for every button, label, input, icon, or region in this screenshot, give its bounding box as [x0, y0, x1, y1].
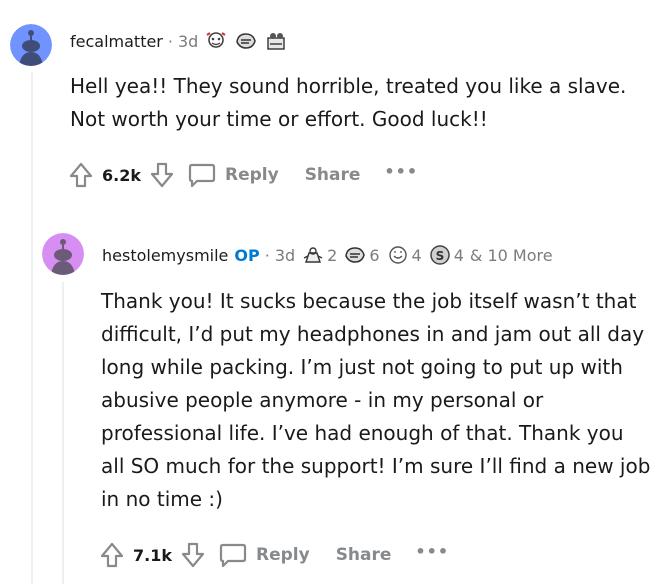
comment-actions: 6.2k Reply Share ••• — [68, 157, 418, 193]
award-count: 4 — [411, 245, 422, 265]
face-award-icon[interactable]: 4 — [386, 244, 422, 266]
username[interactable]: hestolemysmile — [102, 246, 228, 265]
reply-button[interactable]: Reply — [187, 162, 279, 188]
snoo-avatar-icon — [42, 233, 84, 275]
comment-meta: fecalmatter · 3d — [70, 30, 288, 52]
reply-button[interactable]: Reply — [218, 542, 310, 568]
bravo-award-icon[interactable] — [264, 30, 288, 52]
avatar[interactable] — [42, 233, 84, 275]
vote-count: 7.1k — [133, 545, 172, 565]
more-awards-link[interactable]: & 10 More — [470, 246, 553, 265]
comment-body: Thank you! It sucks because the job itse… — [101, 289, 651, 511]
timestamp[interactable]: 3d — [178, 32, 198, 51]
more-options-button[interactable]: ••• — [415, 542, 449, 561]
separator: · — [264, 245, 270, 265]
wholesome-award-icon[interactable]: 6 — [343, 244, 380, 266]
snoo-avatar-icon — [10, 24, 52, 66]
award-count: 2 — [327, 245, 338, 265]
username[interactable]: fecalmatter — [70, 32, 163, 51]
more-options-button[interactable]: ••• — [384, 162, 418, 181]
downvote-icon[interactable] — [149, 161, 175, 189]
share-button[interactable]: Share — [336, 545, 392, 565]
op-badge: OP — [234, 245, 260, 265]
rocket-like-award-icon[interactable]: 2 — [301, 244, 337, 266]
thread-line[interactable] — [62, 282, 64, 584]
reply-label: Reply — [224, 165, 279, 185]
avatar[interactable] — [10, 24, 52, 66]
upvote-icon[interactable] — [99, 541, 125, 569]
helpful-award-icon[interactable] — [204, 30, 228, 52]
downvote-icon[interactable] — [180, 541, 206, 569]
award-count: 6 — [369, 245, 380, 265]
upvote-icon[interactable] — [68, 161, 94, 189]
vote-count: 6.2k — [102, 165, 141, 185]
comment-body: Hell yea!! They sound horrible, treated … — [70, 74, 627, 131]
svg-text:S: S — [435, 249, 444, 263]
comment-actions: 7.1k Reply Share ••• — [99, 537, 449, 573]
comment-bubble-icon — [219, 543, 247, 568]
share-button[interactable]: Share — [305, 165, 361, 185]
timestamp[interactable]: 3d — [275, 246, 295, 265]
wholesome-award-icon[interactable] — [234, 30, 258, 52]
award-count: 4 — [453, 245, 464, 265]
comment-meta: hestolemysmile OP · 3d 2 6 4 S 4 & 10 Mo… — [102, 244, 553, 266]
silver-award-icon[interactable]: S 4 — [428, 244, 464, 266]
reply-label: Reply — [255, 545, 310, 565]
thread-line[interactable] — [31, 72, 33, 584]
separator: · — [167, 31, 173, 51]
comment-bubble-icon — [188, 163, 216, 188]
